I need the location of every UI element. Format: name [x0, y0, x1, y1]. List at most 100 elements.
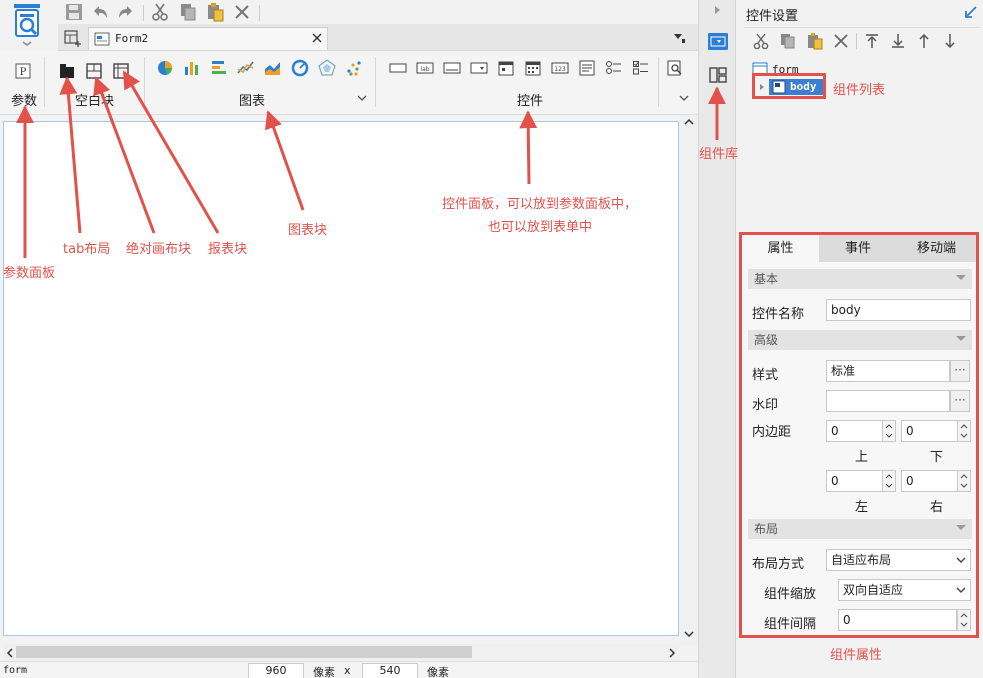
save-icon[interactable] [64, 2, 84, 22]
panel-cut-icon[interactable] [752, 32, 770, 50]
tree-expand-icon[interactable] [759, 83, 765, 91]
report-block-icon[interactable] [112, 62, 130, 80]
scatter-chart-icon[interactable] [345, 59, 363, 77]
absolute-canvas-icon[interactable] [85, 62, 103, 80]
canvas-height-input[interactable]: 540 [362, 663, 418, 678]
padding-left-stepper-icon[interactable] [882, 470, 896, 492]
section-advanced[interactable]: 高级 [748, 330, 972, 350]
parameter-panel-icon[interactable]: P [14, 62, 32, 80]
padding-top-field[interactable]: 0 [826, 420, 883, 442]
chart-expand-chevron-icon[interactable] [356, 93, 368, 103]
delete-icon[interactable] [232, 2, 252, 22]
move-up-icon[interactable] [915, 32, 933, 50]
widget-name-field[interactable]: body [826, 299, 971, 321]
undo-icon[interactable] [90, 2, 110, 22]
style-field[interactable]: 标准 [826, 360, 950, 382]
watermark-field[interactable] [826, 390, 950, 412]
tab-properties[interactable]: 属性 [742, 235, 819, 262]
watermark-label: 水印 [752, 398, 779, 413]
layout-mode-select[interactable]: 自适应布局 [826, 549, 971, 571]
gauge-chart-icon[interactable] [291, 59, 309, 77]
padding-bottom-field[interactable]: 0 [901, 420, 958, 442]
padding-left-label: 左 [855, 500, 869, 515]
panel-title: 控件设置 [746, 9, 799, 24]
padding-top-stepper-icon[interactable] [882, 420, 896, 442]
calendar-widget-icon[interactable] [524, 59, 542, 77]
pin-panel-icon[interactable] [964, 5, 978, 19]
collapse-right-icon[interactable] [711, 4, 723, 16]
section-layout[interactable]: 布局 [748, 519, 972, 539]
copy-icon[interactable] [178, 2, 198, 22]
hbar-chart-icon[interactable] [210, 59, 228, 77]
gap-stepper-icon[interactable] [957, 609, 971, 631]
padding-right-field[interactable]: 0 [901, 470, 958, 492]
annotation-report-block: 报表块 [208, 242, 248, 257]
scroll-down-icon[interactable] [683, 629, 695, 639]
new-form-icon[interactable] [64, 29, 82, 47]
cut-icon[interactable] [150, 2, 170, 22]
radio-group-widget-icon[interactable] [605, 59, 623, 77]
group-label-widget: 控件 [517, 94, 544, 109]
layout-mode-dropdown-icon[interactable] [952, 549, 970, 571]
text-widget-icon[interactable] [443, 59, 461, 77]
annotation-chart-block: 图表块 [288, 223, 328, 238]
tab-form2[interactable]: Form2 [88, 27, 328, 50]
pie-chart-icon[interactable] [156, 59, 174, 77]
tab-layout-icon[interactable] [58, 62, 76, 80]
section-basic[interactable]: 基本 [748, 269, 972, 289]
area-chart-icon[interactable] [264, 59, 282, 77]
close-tab-icon[interactable] [311, 32, 323, 44]
widget-expand-chevron-icon[interactable] [678, 93, 690, 103]
component-properties-panel: 属性 事件 移动端 基本 控件名称 body 高级 样式 标准 ··· 水印 ·… [739, 232, 979, 638]
combobox-widget-icon[interactable] [470, 59, 488, 77]
body-node-icon [772, 80, 786, 94]
button-widget-icon[interactable] [389, 59, 407, 77]
search-widget-icon[interactable] [666, 59, 684, 77]
tab-events[interactable]: 事件 [819, 235, 897, 262]
style-ellipsis-button[interactable]: ··· [950, 360, 970, 382]
move-to-top-icon[interactable] [863, 32, 881, 50]
padding-right-stepper-icon[interactable] [957, 470, 971, 492]
tab-properties-label: 属性 [767, 241, 794, 256]
panel-paste-icon[interactable] [806, 32, 824, 50]
watermark-ellipsis-button[interactable]: ··· [950, 390, 970, 412]
gap-field[interactable]: 0 [838, 609, 957, 631]
paste-icon[interactable] [205, 2, 225, 22]
tree-node-body[interactable]: body [769, 79, 823, 95]
panel-delete-icon[interactable] [832, 32, 850, 50]
redo-icon[interactable] [116, 2, 136, 22]
annotation-tab-layout: tab布局 [63, 242, 111, 257]
date-widget-icon[interactable] [497, 59, 515, 77]
label-widget-icon[interactable]: lab [416, 59, 434, 77]
scroll-right-icon[interactable] [667, 647, 677, 659]
textarea-widget-icon[interactable] [578, 59, 596, 77]
move-to-bottom-icon[interactable] [889, 32, 907, 50]
vertical-scrollbar[interactable] [680, 115, 698, 645]
scroll-left-icon[interactable] [5, 647, 15, 659]
side-tool-strip [698, 0, 736, 678]
move-down-icon[interactable] [941, 32, 959, 50]
line-chart-icon[interactable] [237, 59, 255, 77]
padding-left-field[interactable]: 0 [826, 470, 883, 492]
panel-copy-icon[interactable] [779, 32, 797, 50]
scale-dropdown-icon[interactable] [952, 579, 970, 601]
canvas-width-input[interactable]: 960 [248, 663, 304, 678]
checkbox-group-widget-icon[interactable] [632, 59, 650, 77]
scroll-up-icon[interactable] [683, 117, 695, 127]
app-logo-icon[interactable] [10, 2, 44, 48]
section-advanced-label: 高级 [754, 333, 779, 347]
tab-menu-icon[interactable] [672, 31, 686, 45]
component-library-icon[interactable] [709, 66, 727, 84]
group-label-blank: 空白块 [75, 94, 115, 109]
scale-label: 组件缩放 [764, 587, 817, 602]
widget-settings-tab-icon[interactable] [708, 33, 728, 50]
width-unit-label: 像素 [313, 666, 335, 678]
bar-chart-icon[interactable] [183, 59, 201, 77]
number-widget-icon[interactable]: 123 [551, 59, 569, 77]
tab-events-label: 事件 [844, 241, 871, 256]
padding-bottom-stepper-icon[interactable] [957, 420, 971, 442]
radar-chart-icon[interactable] [318, 59, 336, 77]
horizontal-scroll-thumb[interactable] [16, 646, 472, 658]
annotation-component-library: 组件库 [699, 147, 739, 162]
tab-mobile[interactable]: 移动端 [897, 235, 976, 262]
